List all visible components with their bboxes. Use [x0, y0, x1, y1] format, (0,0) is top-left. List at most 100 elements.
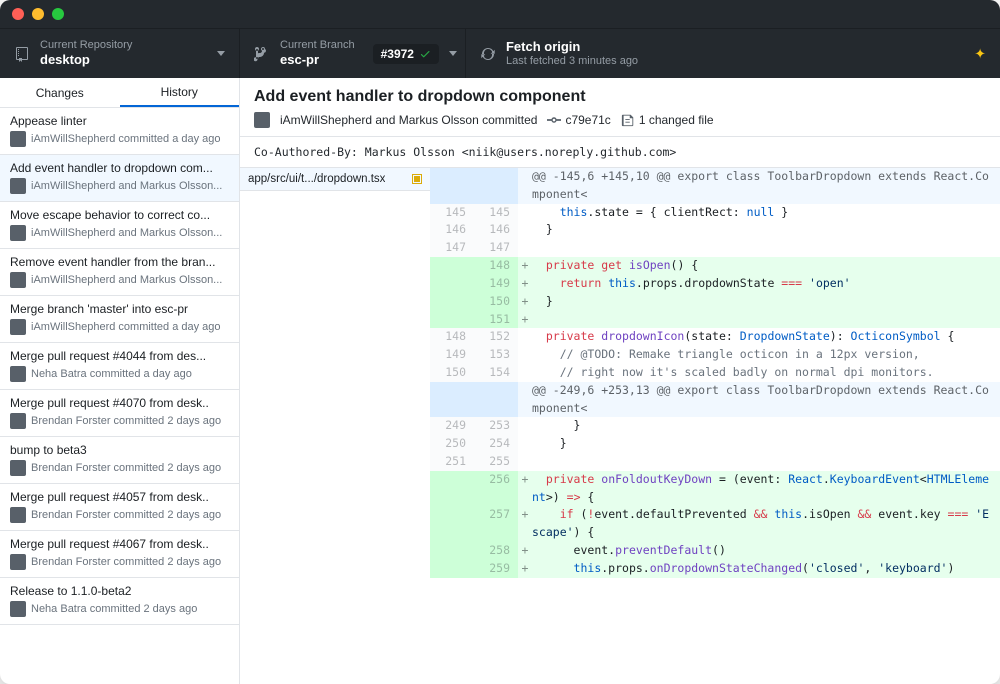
sidebar: Changes History Appease linter iAmWillShe… [0, 78, 240, 684]
file-list: app/src/ui/t.../dropdown.tsx [240, 168, 430, 684]
diff-view[interactable]: @@ -145,6 +145,10 @@ export class Toolba… [430, 168, 1000, 684]
commit-item-meta: Neha Batra committed a day ago [31, 368, 192, 380]
commit-item-meta: iAmWillShepherd committed a day ago [31, 133, 221, 145]
commit-item[interactable]: Merge pull request #4067 from desk.. Bren… [0, 531, 239, 578]
fetch-status: Last fetched 3 minutes ago [506, 55, 638, 68]
commit-item[interactable]: Merge branch 'master' into esc-pr iAmWill… [0, 296, 239, 343]
diff-row: 149153 // @TODO: Remake triangle octicon… [430, 346, 1000, 364]
diff-row: 150154 // right now it's scaled badly on… [430, 364, 1000, 382]
avatar [10, 131, 26, 147]
pr-badge[interactable]: #3972 [373, 44, 439, 64]
commit-item-title: Merge pull request #4044 from des... [10, 349, 229, 363]
changed-files-label: 1 changed file [639, 113, 714, 127]
avatar [10, 178, 26, 194]
diff-row: 251255 [430, 453, 1000, 471]
sync-icon [480, 46, 496, 62]
commit-item[interactable]: Remove event handler from the bran...iAm… [0, 249, 239, 296]
pr-number: #3972 [381, 47, 414, 61]
commit-item-title: Move escape behavior to correct co... [10, 208, 229, 222]
commit-item-meta: Brendan Forster committed 2 days ago [31, 415, 221, 427]
diff-row: 256+ private onFoldoutKeyDown = (event: … [430, 471, 1000, 507]
commit-item-title: Merge branch 'master' into esc-pr [10, 302, 229, 316]
commit-item-meta: Brendan Forster committed 2 days ago [31, 462, 221, 474]
avatar [10, 554, 26, 570]
diff-row: @@ -249,6 +253,13 @@ export class Toolba… [430, 382, 1000, 418]
repo-dropdown[interactable]: Current Repository desktop [0, 29, 240, 78]
diff-row: 146146 } [430, 221, 1000, 239]
chevron-down-icon [217, 51, 225, 56]
diff-row: 257+ if (!event.defaultPrevented && this… [430, 506, 1000, 542]
diff-row: 148+ private get isOpen() { [430, 257, 1000, 275]
branch-dropdown[interactable]: Current Branch esc-pr #3972 [240, 29, 466, 78]
commit-item-title: Remove event handler from the bran... [10, 255, 229, 269]
avatar [10, 272, 26, 288]
commit-item-meta: Brendan Forster committed 2 days ago [31, 509, 221, 521]
diff-row: 147147 [430, 239, 1000, 257]
fetch-button[interactable]: Fetch origin Last fetched 3 minutes ago [466, 29, 652, 78]
diff-row: 258+ event.preventDefault() [430, 542, 1000, 560]
commit-item-title: Add event handler to dropdown com... [10, 161, 229, 175]
toolbar: Current Repository desktop Current Branc… [0, 28, 1000, 78]
commit-item[interactable]: Merge pull request #4057 from desk.. Bren… [0, 484, 239, 531]
commit-item[interactable]: bump to beta3 Brendan Forster committed 2… [0, 437, 239, 484]
commit-icon [547, 113, 561, 127]
commit-item-meta: Neha Batra committed 2 days ago [31, 603, 197, 615]
diff-row: 151+ [430, 311, 1000, 329]
repo-value: desktop [40, 52, 132, 68]
maximize-window-icon[interactable] [52, 8, 64, 20]
commit-item[interactable]: Release to 1.1.0-beta2 Neha Batra committ… [0, 578, 239, 625]
commit-item[interactable]: Appease linter iAmWillShepherd committed … [0, 108, 239, 155]
avatar [10, 366, 26, 382]
commit-item-title: bump to beta3 [10, 443, 229, 457]
commit-sha[interactable]: c79e71c [565, 113, 610, 127]
chevron-down-icon [449, 51, 457, 56]
avatar [10, 413, 26, 429]
avatar [10, 601, 26, 617]
commit-item-title: Merge pull request #4067 from desk.. [10, 537, 229, 551]
commit-item-meta: iAmWillShepherd and Markus Olsson... [31, 227, 222, 239]
commit-authors: iAmWillShepherd and Markus Olsson commit… [280, 113, 537, 127]
commit-item[interactable]: Merge pull request #4044 from des... Neha… [0, 343, 239, 390]
modified-badge-icon [412, 174, 422, 184]
avatar [10, 460, 26, 476]
fetch-label: Fetch origin [506, 39, 638, 55]
diff-row: 145145 this.state = { clientRect: null } [430, 204, 1000, 222]
window-titlebar[interactable] [0, 0, 1000, 28]
avatar [10, 225, 26, 241]
commit-item-meta: Brendan Forster committed 2 days ago [31, 556, 221, 568]
minimize-window-icon[interactable] [32, 8, 44, 20]
commit-item-title: Merge pull request #4070 from desk.. [10, 396, 229, 410]
commit-header: Add event handler to dropdown component … [240, 78, 1000, 137]
diff-row: 148152 private dropdownIcon(state: Dropd… [430, 328, 1000, 346]
file-diff-area: app/src/ui/t.../dropdown.tsx @@ -145,6 +… [240, 168, 1000, 684]
commit-item[interactable]: Merge pull request #4070 from desk.. Bren… [0, 390, 239, 437]
sparkle-icon[interactable]: ✦ [974, 45, 986, 62]
file-item[interactable]: app/src/ui/t.../dropdown.tsx [240, 168, 430, 191]
diff-row: 249253 } [430, 417, 1000, 435]
commit-item-title: Appease linter [10, 114, 229, 128]
diff-icon [621, 113, 635, 127]
check-icon [419, 48, 431, 60]
repo-icon [14, 46, 30, 62]
commit-item-meta: iAmWillShepherd committed a day ago [31, 321, 221, 333]
commit-item-title: Merge pull request #4057 from desk.. [10, 490, 229, 504]
branch-value: esc-pr [280, 52, 355, 68]
branch-icon [254, 46, 270, 62]
commit-list[interactable]: Appease linter iAmWillShepherd committed … [0, 108, 239, 684]
co-author-line: Co-Authored-By: Markus Olsson <niik@user… [240, 137, 1000, 168]
commit-item-title: Release to 1.1.0-beta2 [10, 584, 229, 598]
file-path: app/src/ui/t.../dropdown.tsx [248, 173, 385, 185]
close-window-icon[interactable] [12, 8, 24, 20]
main-area: Changes History Appease linter iAmWillShe… [0, 78, 1000, 684]
commit-item-meta: iAmWillShepherd and Markus Olsson... [31, 180, 222, 192]
tab-changes[interactable]: Changes [0, 78, 120, 107]
commit-detail: Add event handler to dropdown component … [240, 78, 1000, 684]
diff-row: 259+ this.props.onDropdownStateChanged('… [430, 560, 1000, 578]
avatar [10, 507, 26, 523]
tab-history[interactable]: History [120, 78, 240, 107]
diff-row: 250254 } [430, 435, 1000, 453]
commit-item[interactable]: Move escape behavior to correct co... iAm… [0, 202, 239, 249]
branch-label: Current Branch [280, 39, 355, 52]
commit-item[interactable]: Add event handler to dropdown com... iAmW… [0, 155, 239, 202]
avatar [10, 319, 26, 335]
